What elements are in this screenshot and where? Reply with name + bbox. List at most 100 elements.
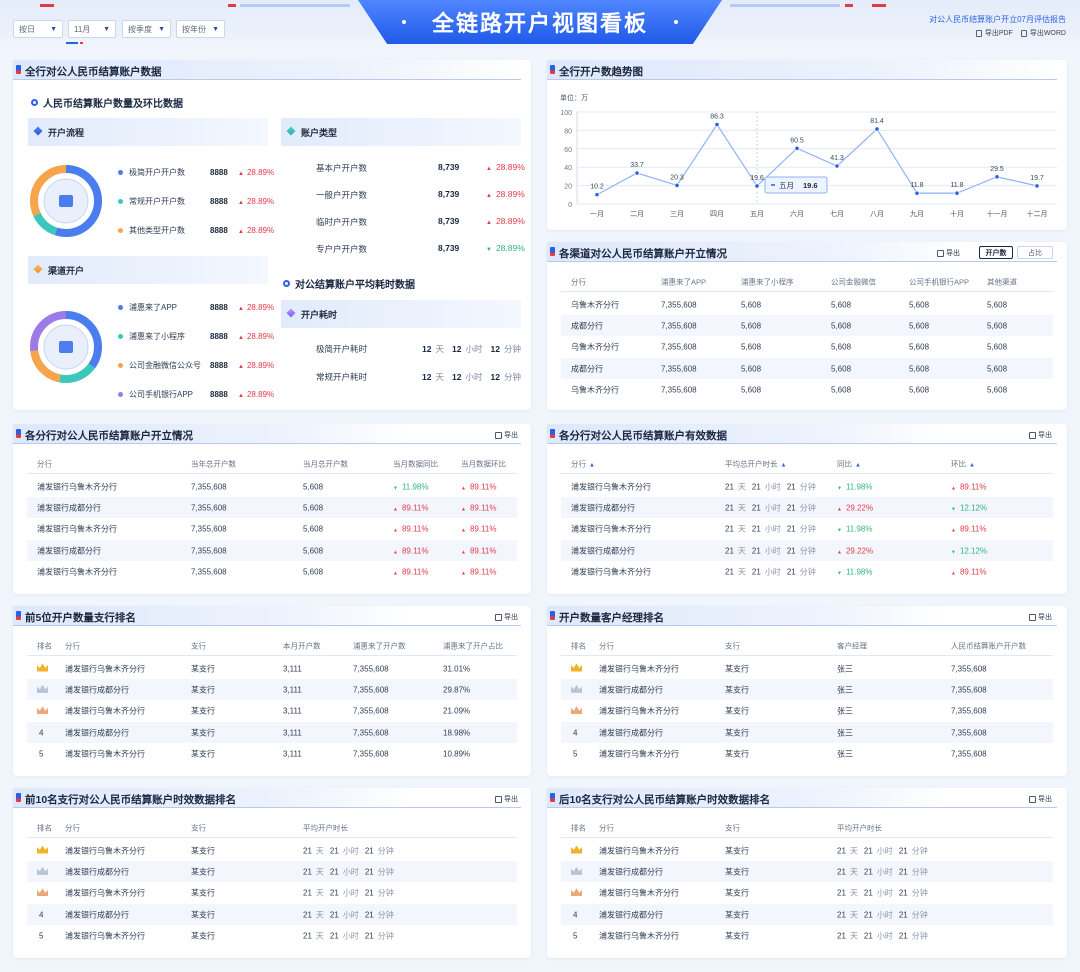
- sub-branch: 某支行: [191, 909, 215, 920]
- arrow-up-icon: ▲: [837, 549, 842, 556]
- yoy-change-value: 89.11%: [401, 567, 429, 577]
- table-row: 浦发银行成都分行 21 天 21 小时 21 分钟 ▲ 29.22% ▼ 12.12%: [561, 497, 1053, 519]
- toggle-open-count[interactable]: 开户数: [979, 246, 1013, 259]
- day-value: 21: [837, 846, 846, 855]
- day-unit: 天: [315, 910, 324, 920]
- data-point[interactable]: [994, 174, 1000, 180]
- data-point[interactable]: [954, 190, 960, 196]
- filter-label: 按日: [19, 24, 35, 34]
- export-label: 导出: [504, 796, 518, 803]
- mom-change: ▲ 89.11%: [951, 482, 987, 491]
- arrow-up-icon: ▲: [238, 335, 244, 341]
- table-cell: 乌鲁木齐分行: [571, 342, 619, 353]
- data-point[interactable]: [1034, 183, 1040, 189]
- data-point[interactable]: [674, 182, 680, 188]
- sub-branch-value: 某支行: [725, 728, 749, 738]
- filter-label: 11月: [74, 24, 91, 34]
- duration: 21 天 21 小时 21 分钟: [725, 567, 816, 578]
- rank-cell: 2: [571, 866, 582, 877]
- branch-name-value: 浦发银行成都分行: [599, 685, 663, 695]
- filter-year-select[interactable]: 按年份 ▼: [176, 20, 225, 38]
- table-row: 1 浦发银行乌鲁木齐分行 某支行 3,111 7,355,608 31.01%: [27, 658, 517, 679]
- export-button[interactable]: 导出: [495, 794, 518, 804]
- column-header-label: 分行: [571, 277, 586, 286]
- open-count: 7,355,608: [951, 664, 987, 673]
- table-cell: 5,608: [831, 386, 851, 395]
- export-button[interactable]: 导出: [495, 612, 518, 622]
- card-title: 全行开户数趋势图: [559, 66, 643, 78]
- export-button[interactable]: 导出: [937, 248, 960, 258]
- avg-time-value: 12 天 12 小时 12 分钟: [422, 343, 529, 355]
- table-header: 分行 ▲ 平均总开户时长 ▲ 同比 ▲ 环比 ▲: [561, 454, 1053, 474]
- data-point[interactable]: [754, 183, 760, 189]
- export-word-button[interactable]: 导出WORD: [1020, 28, 1066, 38]
- arrow-up-icon: ▲: [837, 506, 842, 513]
- filter-quarter-select[interactable]: 按季度 ▼: [122, 20, 171, 38]
- toggle-ratio[interactable]: 占比: [1017, 246, 1053, 259]
- account-type-value: 8,739: [438, 243, 460, 253]
- data-point[interactable]: [634, 170, 640, 176]
- export-button[interactable]: 导出: [1029, 430, 1052, 440]
- branch-name-value: 浦发银行成都分行: [65, 685, 129, 695]
- sort-icon[interactable]: ▲: [855, 462, 861, 468]
- data-point[interactable]: [714, 122, 720, 128]
- rank-value: 2: [582, 685, 583, 686]
- sort-icon[interactable]: ▲: [969, 462, 975, 468]
- data-point[interactable]: [834, 163, 840, 169]
- day-unit: 天: [315, 867, 324, 877]
- column-header: 当月总开户数: [303, 458, 348, 469]
- sub-branch-value: 某支行: [725, 931, 749, 941]
- minute-value: 21: [786, 503, 796, 513]
- legend-change-value: 28.89%: [246, 168, 275, 177]
- account-type-label: 专户户开户数: [316, 244, 368, 254]
- legend-dot: [118, 228, 123, 233]
- card-title: 全行对公人民币结算账户数据: [25, 66, 162, 78]
- legend-dot: [118, 363, 123, 368]
- year-total-value: 7,355,608: [191, 524, 227, 534]
- export-pdf-button[interactable]: 导出PDF: [975, 28, 1013, 38]
- column-header: 分行: [599, 822, 614, 833]
- duration: 21 天 21 小时 21 分钟: [725, 481, 816, 492]
- branch-name: 浦发银行乌鲁木齐分行: [37, 567, 117, 578]
- month-count-value: 3,111: [283, 685, 302, 695]
- day-value: 21: [303, 846, 312, 855]
- filter-day-select[interactable]: 按日 ▼: [13, 20, 63, 38]
- column-header: 当年总开户数: [191, 458, 236, 469]
- filter-active-marker: [80, 42, 83, 44]
- open-flow-header: 开户流程: [28, 118, 268, 146]
- column-header-label: 客户经理: [837, 641, 867, 650]
- day-unit: 天: [315, 888, 324, 898]
- mom-change-value: 12.12%: [959, 503, 988, 513]
- rank-value: 3: [582, 888, 583, 889]
- data-point[interactable]: [914, 190, 920, 196]
- export-button[interactable]: 导出: [1029, 612, 1052, 622]
- sort-icon[interactable]: ▲: [589, 462, 595, 468]
- legend-value: 8888: [210, 197, 228, 206]
- data-point[interactable]: [594, 192, 600, 198]
- rank-value: 1: [582, 664, 583, 665]
- sub-branch-value: 某支行: [725, 685, 749, 695]
- sort-icon[interactable]: ▲: [781, 462, 787, 468]
- data-point[interactable]: [794, 145, 800, 151]
- x-tick-label: 二月: [630, 210, 644, 218]
- branch-name: 浦发银行乌鲁木齐分行: [65, 749, 145, 760]
- branch-name-value: 浦发银行成都分行: [65, 867, 129, 877]
- legend-value: 8888: [210, 361, 228, 370]
- x-tick-label: 十一月: [987, 209, 1008, 218]
- sub-branch: 某支行: [191, 684, 215, 695]
- table-row: 2 浦发银行成都分行 某支行 3,111 7,355,608 29.87%: [27, 679, 517, 701]
- column-header-label: 公司金融微信: [831, 277, 876, 286]
- mom-change: ▲ 89.11%: [461, 525, 497, 534]
- table-cell: 5,608: [909, 386, 929, 395]
- mom-change-value: 89.11%: [469, 482, 497, 491]
- filter-month-select[interactable]: 11月 ▼: [68, 20, 116, 38]
- title-banner: 全链路开户视图看板: [358, 0, 722, 44]
- month-count: 3,111: [283, 707, 302, 716]
- export-button[interactable]: 导出: [1029, 794, 1052, 804]
- arrow-up-icon: ▲: [238, 393, 244, 399]
- column-header-label: 当年总开户数: [191, 459, 236, 468]
- hour-value: 21: [329, 867, 339, 877]
- export-button[interactable]: 导出: [495, 430, 518, 440]
- card-title: 前5位开户数量支行排名: [25, 612, 136, 624]
- data-point[interactable]: [874, 126, 880, 132]
